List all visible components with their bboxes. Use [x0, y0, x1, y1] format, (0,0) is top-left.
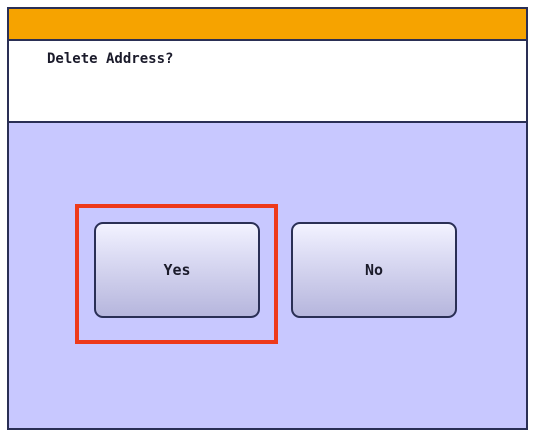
message-panel: Delete Address?: [9, 41, 526, 123]
title-bar: [9, 9, 526, 41]
button-area: Yes No: [9, 123, 526, 428]
yes-button[interactable]: Yes: [94, 222, 260, 318]
delete-address-dialog: Delete Address? Yes No: [7, 7, 528, 430]
yes-button-label: Yes: [163, 261, 191, 279]
no-button[interactable]: No: [291, 222, 457, 318]
no-button-label: No: [364, 261, 384, 279]
dialog-message: Delete Address?: [47, 51, 174, 67]
